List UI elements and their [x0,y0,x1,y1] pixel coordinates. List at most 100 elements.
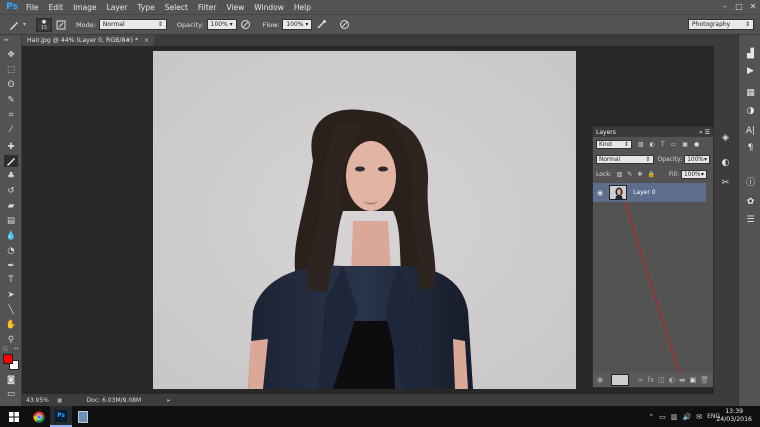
system-tray: ⌃ ▭ ▥ 🔊 ✉ ENG [648,406,720,427]
opacity-value: 100% [210,21,228,28]
marquee-icon[interactable]: ⬚ [4,64,18,76]
styles-icon[interactable]: ✿ [744,195,757,208]
blur-icon[interactable]: 💧 [4,230,18,242]
chevron-down-icon: ▾ [305,21,309,28]
window-controls: – □ ✕ [718,0,760,13]
menu-image[interactable]: Image [68,3,102,12]
color-icon[interactable]: ◑ [744,104,757,117]
brush-size-value: 15 [40,24,48,31]
dodge-icon[interactable]: ◔ [4,245,18,257]
zoom-icon[interactable]: ⚲ [4,334,18,346]
layers-panel: Layers » ☰ Kind ⇕ ▨ ◐ T ▭ ▣ ● Normal ⇕ Opa… [592,126,714,388]
maximize-button[interactable]: □ [732,0,746,13]
menu-layer[interactable]: Layer [102,3,133,12]
close-button[interactable]: ✕ [746,0,760,13]
paths-icon[interactable]: ✂ [719,176,732,189]
tools-panel: ▸▸ ✥ ⬚ ʘ ✎ ⌗ ⁄ ✚ ♣ ↺ ▰ ▤ 💧 ◔ ✒ T ➤ ╲ ✋ ⚲… [0,35,22,406]
zoom-level[interactable]: 43.95% [26,397,49,404]
hand-icon[interactable]: ✋ [4,319,18,331]
menu-edit[interactable]: Edit [44,3,69,12]
document-canvas[interactable] [153,51,576,389]
mode-select[interactable]: Normal ⇕ [98,19,167,30]
channels-icon[interactable]: ☰ [744,213,757,226]
screen-mode-icon[interactable]: ▭ [4,388,18,400]
histogram-icon[interactable]: ▟ [744,47,757,60]
menu-view[interactable]: View [221,3,249,12]
airbrush-icon[interactable] [315,19,327,31]
toolbar-collapse-icon[interactable]: ▸▸ [4,37,9,43]
pen-icon[interactable]: ✒ [4,260,18,272]
stamp-icon[interactable]: ♣ [4,170,18,182]
default-colors-icon[interactable]: ◱ [3,346,8,352]
clock-time: 13:39 [725,408,744,415]
photoshop-window: Ps File Edit Image Layer Type Select Fil… [0,0,760,427]
flow-field[interactable]: 100% ▾ [282,19,313,30]
mode-value: Normal [102,21,125,28]
menu-file[interactable]: File [21,3,44,12]
notification-icon[interactable]: ▭ [659,413,666,421]
eyedropper-icon[interactable]: ⁄ [4,124,18,136]
mask-icon[interactable]: ◫ [658,376,665,384]
photoshop-taskbar-icon[interactable]: Ps [50,406,72,427]
clock-date: 24/03/2016 [716,416,752,423]
crop-icon[interactable]: ⌗ [4,109,18,121]
menu-help[interactable]: Help [289,3,316,12]
brush-size-picker[interactable]: ● 15 [36,17,53,32]
adjustment-layer-icon[interactable]: ◐ [669,376,675,384]
swap-colors-icon[interactable]: ↔ [14,346,18,352]
message-icon[interactable]: ✉ [696,413,702,421]
info-icon[interactable]: ⓘ [744,175,757,188]
new-layer-icon[interactable]: ▣ [689,376,696,384]
brush-icon[interactable] [4,155,18,167]
volume-icon[interactable]: 🔊 [682,413,691,421]
character-icon[interactable]: A| [744,124,757,137]
history-brush-icon[interactable]: ↺ [4,185,18,197]
opacity-field[interactable]: 100% ▾ [206,19,237,30]
pressure-size-icon[interactable] [338,19,350,31]
eraser-icon[interactable]: ▰ [4,200,18,212]
chevron-up-icon[interactable]: ⌃ [648,413,654,421]
document-tab[interactable]: Hair.jpg @ 44% (Layer 0, RGB/8#) * × [22,35,155,46]
path-select-icon[interactable]: ➤ [4,289,18,301]
lasso-icon[interactable]: ʘ [4,79,18,91]
menu-type[interactable]: Type [133,3,160,12]
status-arrow-icon[interactable]: ▸ [167,397,170,404]
delete-layer-icon[interactable]: 🗑 [700,376,709,384]
fx-icon[interactable]: fx [648,376,655,384]
healing-icon[interactable]: ✚ [4,141,18,153]
menu-window[interactable]: Window [249,3,289,12]
calculator-icon[interactable] [72,406,94,427]
move-icon[interactable]: ✥ [4,49,18,61]
brush-presets-icon[interactable]: ▦ [744,86,757,99]
type-icon[interactable]: T [4,274,18,286]
menu-bar: Ps File Edit Image Layer Type Select Fil… [0,0,760,14]
clock[interactable]: 13:39 24/03/2016 [716,408,752,424]
status-menu-icon[interactable]: ▣ [57,397,63,404]
link-layers-icon[interactable]: ∞ [638,376,644,384]
chrome-icon[interactable] [28,406,50,427]
workspace-select[interactable]: Photography ⇕ [688,19,754,30]
dragged-eye-icon: ◉ [597,376,604,384]
panel-icon-dock: ▟ ▶ ▦ ◑ A| ¶ ⓘ ✿ ☰ [738,35,760,406]
brush-preset-icon[interactable] [8,19,20,31]
quick-select-icon[interactable]: ✎ [4,94,18,106]
menu-filter[interactable]: Filter [193,3,222,12]
paragraph-icon[interactable]: ¶ [744,141,757,154]
shape-icon[interactable]: ╲ [4,304,18,316]
foreground-color-swatch[interactable] [3,354,13,364]
brush-panel-icon[interactable] [55,19,67,31]
pressure-opacity-icon[interactable] [240,19,252,31]
layers-icon[interactable]: ◈ [719,131,732,144]
quick-mask-icon[interactable]: ◙ [4,374,18,386]
options-bar: ▾ ● 15 Mode: Normal ⇕ Opacity: 100% ▾ Flow… [0,14,760,35]
adjustments-icon[interactable]: ◐ [719,156,732,169]
annotation-line [624,201,682,380]
windows-start-icon[interactable] [0,406,28,427]
menu-select[interactable]: Select [160,3,193,12]
gradient-icon[interactable]: ▤ [4,215,18,227]
tab-close-icon[interactable]: × [144,37,149,44]
minimize-button[interactable]: – [718,0,732,13]
play-icon[interactable]: ▶ [744,64,757,77]
network-icon[interactable]: ▥ [671,413,678,421]
group-icon[interactable]: ▬ [679,376,686,384]
